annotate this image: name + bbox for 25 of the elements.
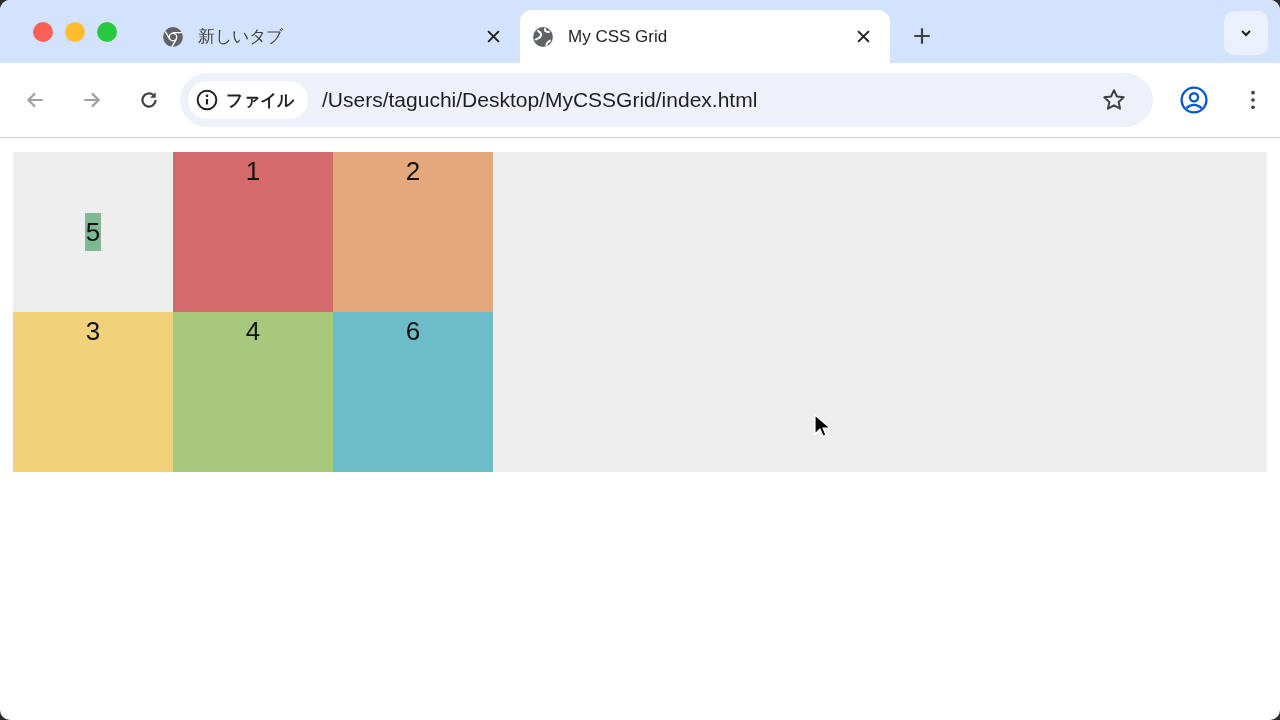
close-icon[interactable] (487, 30, 500, 43)
reload-icon[interactable] (138, 89, 160, 111)
item-number: 2 (405, 155, 421, 188)
item-number: 4 (245, 315, 261, 348)
item-number: 6 (405, 315, 421, 348)
browser-tab[interactable]: 新しいタブ (150, 10, 520, 63)
menu-icon[interactable] (1250, 89, 1256, 111)
item-number: 1 (245, 155, 261, 188)
globe-icon (532, 25, 554, 48)
item-number: 3 (85, 315, 101, 348)
file-label: ファイル (226, 89, 294, 112)
new-tab-icon[interactable] (912, 26, 932, 46)
chrome-icon (162, 25, 184, 48)
tab-title: 新しいタブ (198, 26, 284, 48)
close-icon[interactable] (857, 30, 870, 43)
info-icon (196, 89, 218, 111)
tab-title: My CSS Grid (568, 26, 669, 47)
site-info-chip[interactable]: ファイル (188, 81, 308, 119)
mouse-pointer-icon (814, 414, 830, 438)
address-bar[interactable]: ファイル /Users/taguchi/Desktop/MyCSSGrid/index.html (180, 73, 1153, 127)
browser-tab[interactable]: My CSS Grid (520, 10, 890, 63)
star-icon[interactable] (1101, 87, 1127, 113)
profile-icon[interactable] (1180, 86, 1208, 114)
url-text: /Users/taguchi/Desktop/MyCSSGrid/index.html (322, 88, 759, 112)
grid-item: 5 (84, 213, 102, 251)
